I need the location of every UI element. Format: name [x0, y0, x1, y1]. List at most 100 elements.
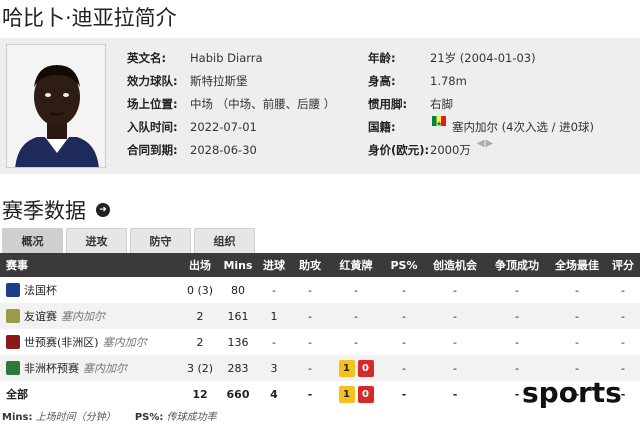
english-name-value: Habib Diarra: [190, 51, 263, 65]
yellow-card-count: 1: [338, 359, 355, 377]
ps-cell: -: [401, 387, 407, 401]
competition-cell: 友谊赛 塞内加尔: [0, 303, 180, 329]
tab-defense[interactable]: 防守: [130, 228, 191, 253]
red-card-count: 0: [357, 359, 374, 377]
rating-cell: -: [621, 309, 625, 323]
position-value: 中场 （中场、前腰、后腰 ）: [190, 97, 336, 111]
goals-cell: 3: [270, 361, 278, 375]
col-rating: 评分: [612, 259, 634, 272]
market-value-value: 2000万: [430, 143, 471, 157]
height-label: 身高:: [368, 74, 396, 88]
english-name-label: 英文名:: [127, 51, 167, 65]
profile-row-age: 年龄: 21岁 (2004-01-03): [368, 47, 594, 70]
position-label: 场上位置:: [127, 97, 178, 111]
mins-cell: 80: [231, 283, 245, 297]
player-photo: [6, 44, 106, 168]
cards-cell: 10: [328, 355, 384, 381]
competition-name[interactable]: 法国杯: [24, 284, 57, 297]
table-row: 法国杯 0 (3) 80 - - - - - - - -: [0, 277, 640, 303]
col-chances: 创造机会: [433, 259, 477, 272]
col-motm: 全场最佳: [555, 259, 599, 272]
col-aerial: 争顶成功: [495, 259, 539, 272]
profile-row-club: 效力球队: 斯特拉斯堡: [127, 70, 335, 93]
competition-name[interactable]: 友谊赛: [24, 310, 57, 323]
assists-cell: -: [308, 309, 312, 323]
competition-name: 全部: [6, 388, 28, 401]
goals-cell: 4: [270, 387, 278, 401]
ps-cell: -: [402, 335, 406, 349]
competition-name[interactable]: 非洲杯预赛: [24, 362, 79, 375]
col-apps: 出场: [189, 259, 211, 272]
profile-info-left: 英文名: Habib Diarra 效力球队: 斯特拉斯堡 场上位置: 中场 （…: [127, 47, 335, 162]
cards-cell: 10: [328, 381, 384, 407]
chances-cell: -: [453, 309, 457, 323]
nationality-value: 塞内加尔 (4次入选 / 进0球): [452, 120, 594, 134]
chances-cell: -: [453, 335, 457, 349]
footnote-mins-text: 上场时间（分钟）: [35, 412, 116, 423]
table-row: 友谊赛 塞内加尔 2 161 1 - - - - - - -: [0, 303, 640, 329]
profile-row-position: 场上位置: 中场 （中场、前腰、后腰 ）: [127, 93, 335, 116]
apps-cell: 3 (2): [186, 361, 214, 375]
tab-attack[interactable]: 进攻: [66, 228, 127, 253]
apps-cell: 2: [196, 309, 204, 323]
aerial-cell: -: [515, 309, 519, 323]
mins-cell: 660: [226, 387, 250, 401]
apps-cell: 12: [192, 387, 208, 401]
motm-cell: -: [575, 309, 579, 323]
joined-label: 入队时间:: [127, 120, 178, 134]
competition-logo-icon: [6, 335, 20, 349]
competition-cell: 非洲杯预赛 塞内加尔: [0, 355, 180, 381]
cards-cell: -: [354, 283, 358, 297]
season-section-title: 赛季数据 ➜: [2, 195, 110, 225]
cards-cell: -: [354, 309, 358, 323]
club-value[interactable]: 斯特拉斯堡: [190, 70, 248, 93]
senegal-flag-icon: [432, 113, 446, 136]
apps-cell: 0 (3): [186, 283, 214, 297]
mins-cell: 136: [227, 335, 249, 349]
tab-organization[interactable]: 组织: [194, 228, 255, 253]
arrow-left-icon[interactable]: ◀: [477, 139, 485, 162]
motm-cell: -: [575, 335, 579, 349]
age-value: 21岁 (2004-01-03): [430, 51, 536, 65]
apps-cell: 2: [196, 335, 204, 349]
team-name[interactable]: 塞内加尔: [103, 336, 147, 349]
yellow-card-count: 1: [338, 385, 355, 403]
competition-cell: 法国杯: [0, 277, 180, 303]
team-name[interactable]: 塞内加尔: [61, 310, 105, 323]
motm-cell: -: [575, 283, 579, 297]
tab-overview[interactable]: 概况: [2, 228, 63, 253]
foot-label: 惯用脚:: [368, 97, 408, 111]
profile-row-foot: 惯用脚: 右脚: [368, 93, 594, 116]
table-header-row: 赛事 出场 Mins 进球 助攻 红黄牌 PS% 创造机会 争顶成功 全场最佳 …: [0, 253, 640, 277]
footnote-ps-key: PS%:: [134, 412, 164, 423]
competition-name[interactable]: 世预赛(非洲区): [24, 336, 99, 349]
profile-row-nationality: 国籍: 塞内加尔 (4次入选 / 进0球): [368, 113, 594, 139]
table-footnote: Mins: 上场时间（分钟） PS%: 传球成功率: [2, 408, 233, 423]
footnote-ps-text: 传球成功率: [166, 412, 217, 423]
competition-cell: 世预赛(非洲区) 塞内加尔: [0, 329, 180, 355]
arrow-right-icon[interactable]: ▶: [485, 139, 493, 162]
table-row: 世预赛(非洲区) 塞内加尔 2 136 - - - - - - - -: [0, 329, 640, 355]
aerial-cell: -: [515, 283, 519, 297]
assists-cell: -: [308, 335, 312, 349]
col-mins: Mins: [223, 258, 253, 272]
competition-logo-icon: [6, 283, 20, 297]
profile-info-right: 年龄: 21岁 (2004-01-03) 身高: 1.78m 惯用脚: 右脚 国…: [368, 47, 594, 162]
page-title: 哈比卜·迪亚拉简介: [2, 6, 177, 30]
footnote-mins-key: Mins:: [2, 412, 33, 423]
arrow-right-circle-icon[interactable]: ➜: [96, 203, 110, 217]
col-ps: PS%: [390, 258, 418, 272]
col-cards: 红黄牌: [339, 259, 373, 272]
value-trend-arrows[interactable]: ◀ ▶: [477, 139, 493, 162]
rating-cell: -: [621, 335, 625, 349]
profile-row-english-name: 英文名: Habib Diarra: [127, 47, 335, 70]
ps-cell: -: [402, 309, 406, 323]
assists-cell: -: [307, 387, 313, 401]
club-label: 效力球队:: [127, 74, 178, 88]
competition-logo-icon: [6, 361, 20, 375]
stats-tabs: 概况 进攻 防守 组织: [2, 228, 255, 253]
team-name[interactable]: 塞内加尔: [83, 362, 127, 375]
col-assists: 助攻: [299, 259, 321, 272]
competition-logo-icon: [6, 309, 20, 323]
profile-panel: 英文名: Habib Diarra 效力球队: 斯特拉斯堡 场上位置: 中场 （…: [0, 38, 640, 174]
